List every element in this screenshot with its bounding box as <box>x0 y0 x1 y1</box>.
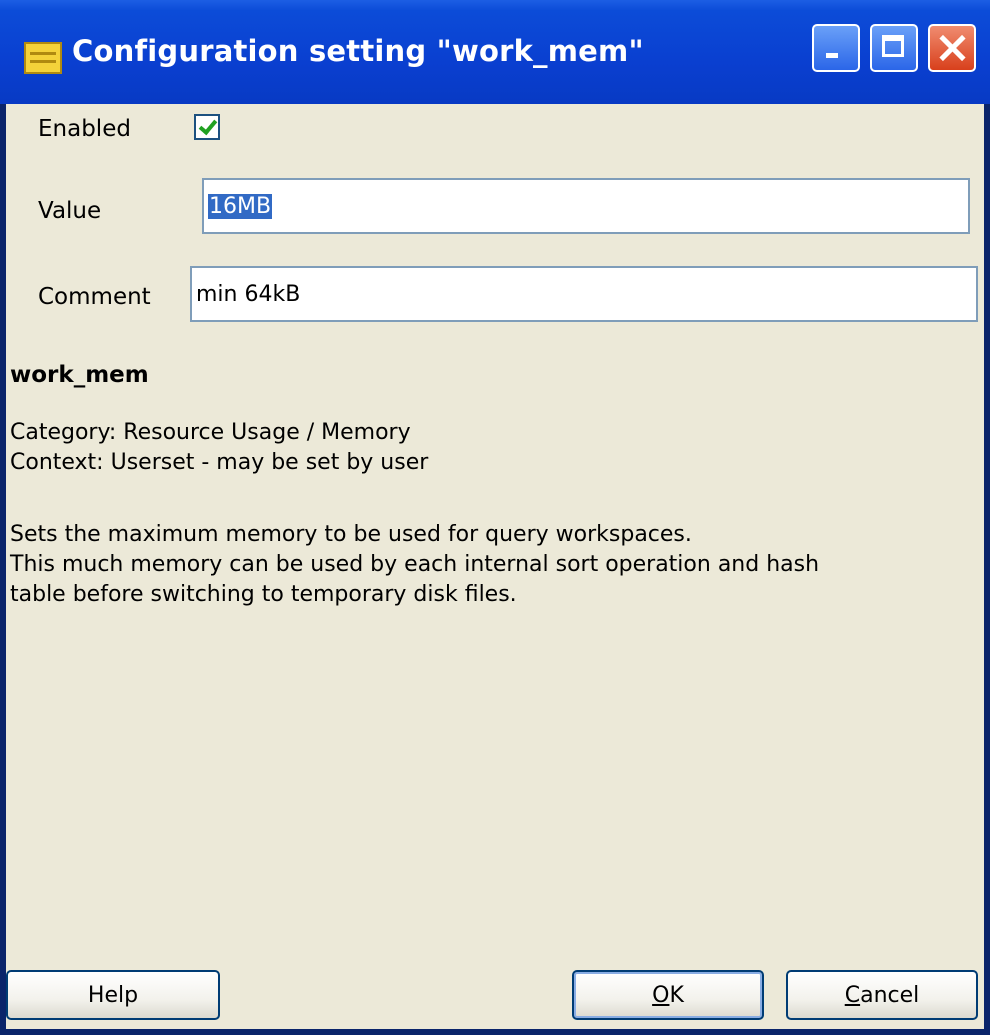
ok-button[interactable]: OK <box>572 970 764 1020</box>
dialog-window: Configuration setting "work_mem" Enabled… <box>0 0 990 1035</box>
description-line: This much memory can be used by each int… <box>10 552 820 577</box>
enabled-checkbox[interactable] <box>194 114 220 140</box>
minimize-button[interactable] <box>812 24 860 72</box>
value-field-text: 16MB <box>208 193 273 219</box>
enabled-label: Enabled <box>38 116 131 142</box>
context-text: Context: Userset - may be set by user <box>10 450 429 475</box>
cancel-mnemonic: C <box>844 982 861 1008</box>
comment-label: Comment <box>38 284 151 310</box>
help-button-label: Help <box>87 982 139 1008</box>
ok-mnemonic: O <box>652 982 670 1008</box>
description-line: Sets the maximum memory to be used for q… <box>10 522 692 547</box>
comment-field-text: min 64kB <box>196 281 301 307</box>
category-text: Category: Resource Usage / Memory <box>10 420 411 445</box>
help-button[interactable]: Help <box>6 970 220 1020</box>
close-button[interactable] <box>928 24 976 72</box>
comment-field[interactable]: min 64kB <box>190 266 978 322</box>
dialog-body: Enabled Value 16MB Comment min 64kB work… <box>6 104 984 1029</box>
value-field[interactable]: 16MB <box>202 178 970 234</box>
maximize-button[interactable] <box>870 24 918 72</box>
cancel-button-label: ancel <box>860 982 920 1008</box>
setting-name: work_mem <box>10 362 149 388</box>
cancel-button[interactable]: Cancel <box>786 970 978 1020</box>
title-bar[interactable]: Configuration setting "work_mem" <box>0 0 990 104</box>
settings-doc-icon <box>24 42 62 74</box>
ok-button-label: K <box>669 982 684 1008</box>
value-label: Value <box>38 198 102 224</box>
description-line: table before switching to temporary disk… <box>10 582 517 607</box>
window-title: Configuration setting "work_mem" <box>72 34 644 68</box>
